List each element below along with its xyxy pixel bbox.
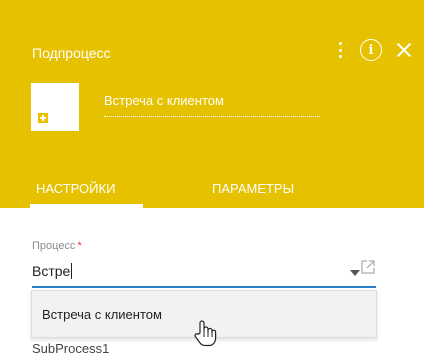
info-icon[interactable]: i xyxy=(360,39,382,61)
process-label-text: Процесс xyxy=(32,240,76,252)
text-caret xyxy=(71,263,73,279)
close-icon[interactable] xyxy=(396,42,412,58)
hand-pointer-icon xyxy=(194,320,217,347)
tab-settings[interactable]: Настройки xyxy=(36,181,115,196)
add-image-icon[interactable] xyxy=(38,113,48,123)
process-input-value: Встре xyxy=(32,263,71,279)
header-actions: i xyxy=(334,36,412,64)
more-vertical-icon[interactable] xyxy=(334,40,346,60)
subprocess-code-text: SubProcess1 xyxy=(32,341,110,356)
element-name-field[interactable]: Встреча с клиентом xyxy=(104,93,320,117)
process-input-value-wrap: Встре xyxy=(32,263,73,279)
dropdown-option-label: Встреча с клиентом xyxy=(42,307,162,322)
process-field-label: Процесс * xyxy=(32,240,82,252)
tab-parameters[interactable]: Параметры xyxy=(212,181,294,196)
element-icon-tile[interactable] xyxy=(31,83,79,131)
required-asterisk: * xyxy=(77,240,82,252)
process-lookup-input[interactable]: Встре xyxy=(32,258,376,288)
panel-title: Подпроцесс xyxy=(32,45,111,61)
open-in-new-icon[interactable] xyxy=(360,259,376,275)
subprocess-panel: Подпроцесс i Встреча с клиентом Настройк… xyxy=(0,0,424,361)
chevron-down-icon[interactable] xyxy=(350,270,360,276)
panel-header: Подпроцесс i Встреча с клиентом Настройк… xyxy=(0,0,424,208)
active-tab-indicator xyxy=(30,204,143,208)
tab-bar: Настройки Параметры xyxy=(0,172,424,208)
